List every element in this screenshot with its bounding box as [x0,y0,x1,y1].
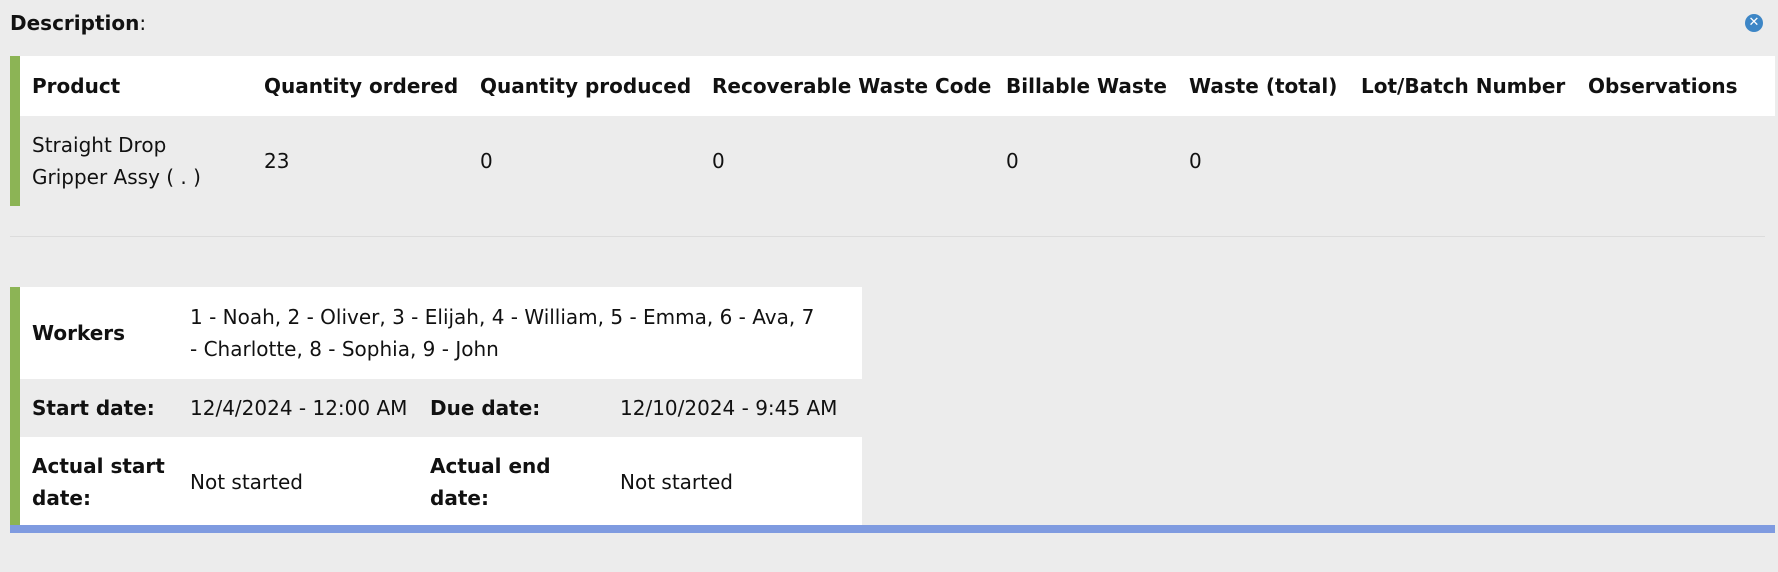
actual-start-date-label: Actual start date: [20,437,178,527]
work-order-info-table: Workers 1 - Noah, 2 - Oliver, 3 - Elijah… [20,287,863,527]
work-order-info-container: Workers 1 - Noah, 2 - Oliver, 3 - Elijah… [10,287,863,527]
product-table: Product Quantity ordered Quantity produc… [20,56,1775,206]
actual-end-date-value: Not started [608,437,863,527]
column-header-quantity-ordered: Quantity ordered [252,56,468,116]
actual-dates-row: Actual start date: Not started Actual en… [20,437,863,527]
billable-waste-cell: 0 [994,116,1177,206]
lot-batch-number-cell [1349,116,1576,206]
dates-row: Start date: 12/4/2024 - 12:00 AM Due dat… [20,379,863,437]
workers-row: Workers 1 - Noah, 2 - Oliver, 3 - Elijah… [20,287,863,379]
column-header-observations: Observations [1576,56,1775,116]
product-table-header: Product Quantity ordered Quantity produc… [20,56,1775,116]
close-icon[interactable]: ✕ [1745,14,1763,32]
description-title: Description [10,11,140,35]
bottom-accent-bar [10,525,1775,533]
recoverable-waste-code-cell: 0 [700,116,994,206]
actual-end-date-label: Actual end date: [418,437,608,527]
column-header-billable-waste: Billable Waste [994,56,1177,116]
column-header-waste-total: Waste (total) [1177,56,1349,116]
table-row: Straight Drop Gripper Assy ( . ) 23 0 0 … [20,116,1775,206]
quantity-produced-cell: 0 [468,116,700,206]
description-colon: : [139,11,147,35]
due-date-value: 12/10/2024 - 9:45 AM [608,379,863,437]
product-table-container: Product Quantity ordered Quantity produc… [10,56,1775,206]
column-header-lot-batch-number: Lot/Batch Number [1349,56,1576,116]
column-header-quantity-produced: Quantity produced [468,56,700,116]
workers-label: Workers [20,287,178,379]
actual-start-date-value: Not started [178,437,418,527]
column-header-recoverable-waste-code: Recoverable Waste Code [700,56,994,116]
workers-value: 1 - Noah, 2 - Oliver, 3 - Elijah, 4 - Wi… [178,287,863,379]
product-name-cell: Straight Drop Gripper Assy ( . ) [20,116,252,206]
quantity-ordered-cell: 23 [252,116,468,206]
due-date-label: Due date: [418,379,608,437]
column-header-product: Product [20,56,252,116]
observations-cell [1576,116,1775,206]
start-date-value: 12/4/2024 - 12:00 AM [178,379,418,437]
waste-total-cell: 0 [1177,116,1349,206]
start-date-label: Start date: [20,379,178,437]
description-heading: Description: [10,10,146,36]
section-divider [10,236,1765,237]
